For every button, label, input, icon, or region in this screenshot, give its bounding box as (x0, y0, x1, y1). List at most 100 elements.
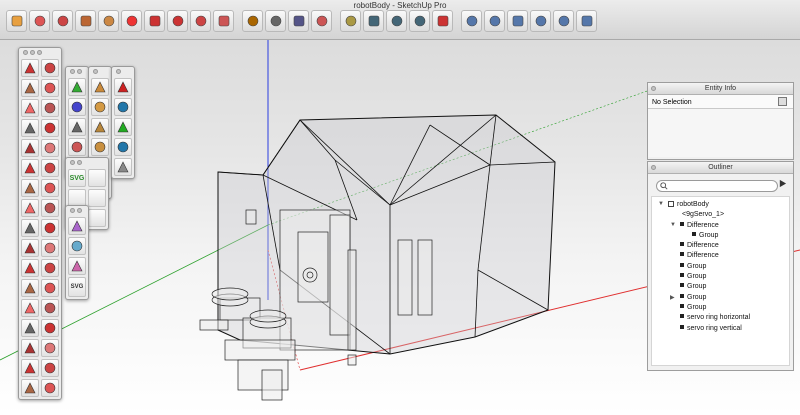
solid-outer-shell-button[interactable] (91, 78, 109, 96)
outliner-row[interactable]: Difference (652, 252, 789, 262)
extra-2-button[interactable] (68, 237, 86, 255)
view-3-button[interactable] (68, 118, 86, 136)
extra-1-button[interactable] (68, 217, 86, 235)
pencil-line-tool-button[interactable] (52, 10, 73, 32)
add-location-tool-button[interactable] (432, 10, 453, 32)
sandbox-tool-button-3[interactable] (88, 189, 106, 207)
previous-button[interactable] (41, 339, 59, 357)
polygon-button[interactable] (41, 139, 59, 157)
view-2-button[interactable] (68, 98, 86, 116)
scale-tool-button[interactable] (190, 10, 211, 32)
camera-record-button[interactable] (114, 78, 132, 96)
zoom-button[interactable] (21, 319, 39, 337)
zoom-tool-button[interactable] (363, 10, 384, 32)
orbit-tool-button[interactable] (311, 10, 332, 32)
sandbox-tool-button-5[interactable] (88, 209, 106, 227)
rotate-button[interactable] (21, 199, 39, 217)
back-view-tool-button[interactable] (553, 10, 574, 32)
offset-tool-button[interactable] (213, 10, 234, 32)
orbit-button[interactable] (21, 299, 39, 317)
outliner-search-input[interactable] (656, 180, 778, 192)
protractor-button[interactable] (21, 259, 39, 277)
move-tool-button[interactable] (167, 10, 188, 32)
camera-back-button[interactable] (114, 158, 132, 176)
3d-text-button[interactable] (41, 279, 59, 297)
section-plane-button[interactable] (41, 379, 59, 397)
rotated-rect-button[interactable] (41, 119, 59, 137)
outliner-row[interactable]: Group (652, 273, 789, 283)
scale-button[interactable] (21, 219, 39, 237)
axes-button[interactable] (21, 279, 39, 297)
follow-me-button[interactable] (41, 199, 59, 217)
circle-button[interactable] (21, 139, 39, 157)
entity-type-icon (778, 97, 787, 106)
outliner-row[interactable]: ▼ robotBody (652, 201, 789, 211)
zoom-extents-tool-button[interactable] (386, 10, 407, 32)
svg-import-button[interactable]: SVG (68, 169, 86, 187)
tape-measure-icon (247, 15, 258, 27)
outliner-row[interactable]: Group (652, 283, 789, 293)
view-4-button[interactable] (68, 138, 86, 156)
right-view-tool-button[interactable] (530, 10, 551, 32)
outliner-row[interactable]: Difference (652, 242, 789, 252)
zoom-window-button[interactable] (41, 319, 59, 337)
outliner-expand-icon[interactable] (778, 179, 787, 188)
outliner-row[interactable]: Group (652, 303, 789, 314)
eraser-tool-button[interactable] (29, 10, 50, 32)
rotate-tool-button[interactable] (144, 10, 165, 32)
front-view-tool-button[interactable] (507, 10, 528, 32)
solid-intersect-button[interactable] (91, 98, 109, 116)
left-view-tool-button[interactable] (576, 10, 597, 32)
offset-button[interactable] (41, 219, 59, 237)
arc-tool-button[interactable] (75, 10, 96, 32)
outliner-row[interactable]: <9gServo_1> (652, 211, 789, 221)
paint-button[interactable] (21, 79, 39, 97)
outliner-row[interactable]: servo ring vertical (652, 324, 789, 335)
arc-button[interactable] (21, 159, 39, 177)
camera-prev-button[interactable] (114, 138, 132, 156)
camera-film-button[interactable] (114, 98, 132, 116)
pie-button[interactable] (41, 159, 59, 177)
select-button[interactable] (21, 59, 39, 77)
tape-measure-tool-button[interactable] (242, 10, 263, 32)
paint-bucket-tool-button[interactable] (288, 10, 309, 32)
outliner-row[interactable]: servo ring horizontal (652, 314, 789, 324)
solid-subtract-button[interactable] (91, 138, 109, 156)
extra-3-button[interactable] (68, 257, 86, 275)
previous-view-tool-button[interactable] (409, 10, 430, 32)
walk-button[interactable] (41, 359, 59, 377)
text-label-tool-button[interactable] (265, 10, 286, 32)
collapse-triangle-icon[interactable]: ▼ (658, 201, 664, 207)
line-button[interactable] (21, 99, 39, 117)
pan-tool-button[interactable] (340, 10, 361, 32)
zoom-extents-button[interactable] (21, 339, 39, 357)
text-button[interactable] (41, 259, 59, 277)
outliner-row[interactable]: Group (652, 231, 789, 242)
outliner-row[interactable]: ▶ Group (652, 293, 789, 304)
make-component-button[interactable] (41, 59, 59, 77)
collapse-triangle-icon[interactable]: ▼ (670, 222, 676, 228)
iso-view-tool-button[interactable] (461, 10, 482, 32)
top-view-tool-button[interactable] (484, 10, 505, 32)
eraser-button[interactable] (41, 79, 59, 97)
view-1-button[interactable] (68, 78, 86, 96)
outliner-row[interactable]: ▼ Difference (652, 221, 789, 232)
outliner-row[interactable]: Group (652, 262, 789, 273)
select-arrow-tool-button[interactable] (6, 10, 27, 32)
push-pull-tool-button[interactable] (98, 10, 119, 32)
pan-button[interactable] (41, 299, 59, 317)
tape-button[interactable] (21, 239, 39, 257)
camera-next-button[interactable] (114, 118, 132, 136)
expand-triangle-icon[interactable]: ▶ (670, 294, 675, 301)
rectangle-button[interactable] (21, 119, 39, 137)
move-button[interactable] (21, 179, 39, 197)
look-around-button[interactable] (21, 379, 39, 397)
push-pull-button[interactable] (41, 179, 59, 197)
freehand-button[interactable] (41, 99, 59, 117)
position-camera-button[interactable] (21, 359, 39, 377)
follow-me-tool-button[interactable] (121, 10, 142, 32)
sandbox-tool-button[interactable] (88, 169, 106, 187)
svg-export-button[interactable]: SVG (68, 277, 86, 297)
solid-union-button[interactable] (91, 118, 109, 136)
dimension-button[interactable] (41, 239, 59, 257)
